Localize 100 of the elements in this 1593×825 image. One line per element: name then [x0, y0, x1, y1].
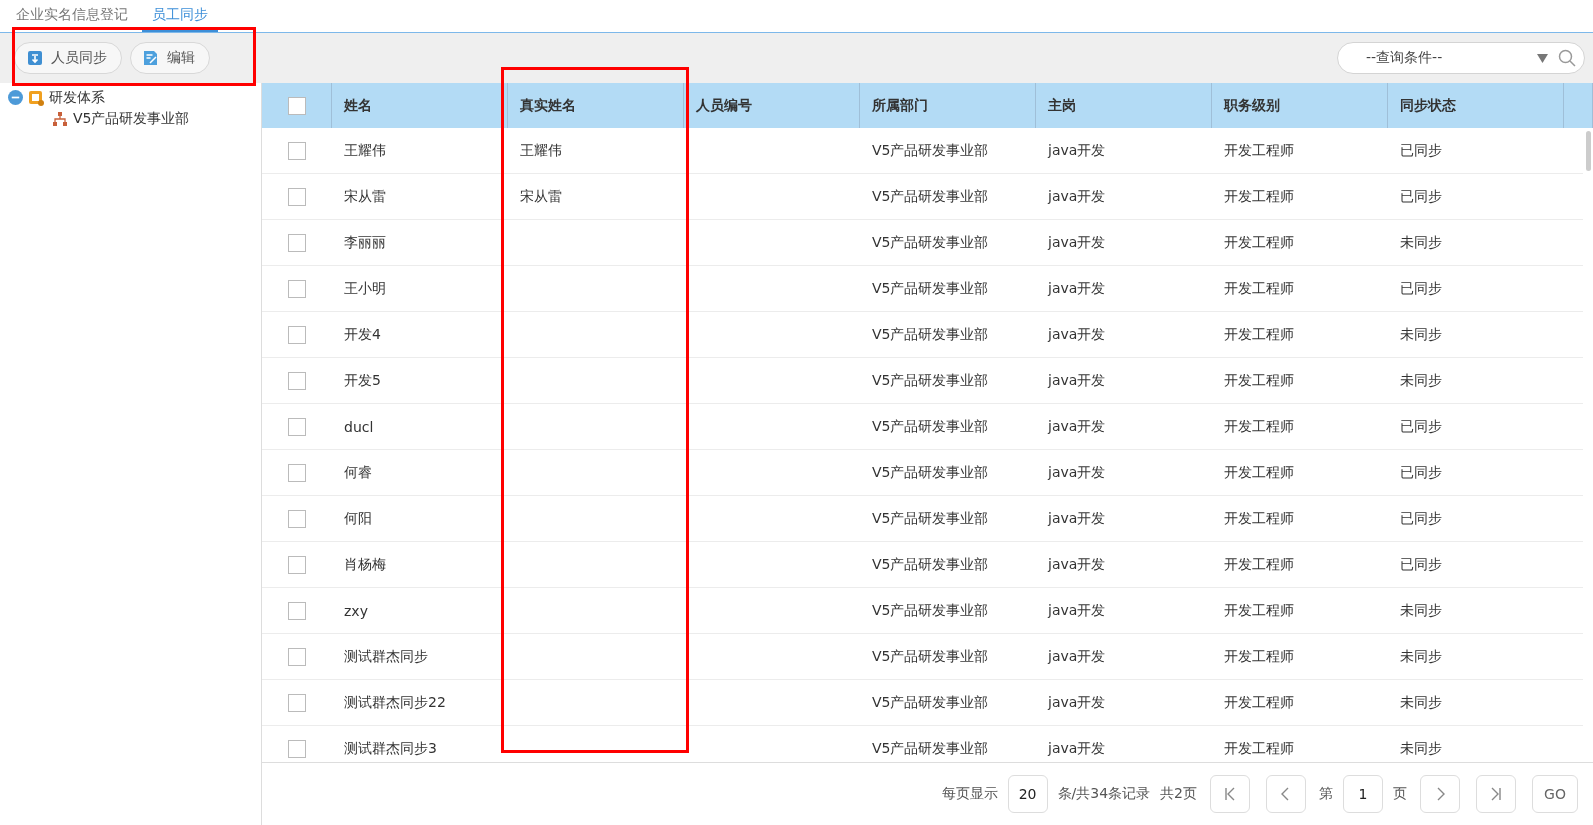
table-cell: 开发工程师: [1224, 371, 1294, 390]
checkbox[interactable]: [288, 693, 306, 712]
table-cell: V5产品研发事业部: [872, 325, 989, 344]
table-cell: 未同步: [1400, 233, 1442, 252]
table-cell: 开发工程师: [1224, 233, 1294, 252]
checkbox[interactable]: [288, 187, 306, 206]
last-page-icon: [1490, 787, 1502, 801]
table-cell: ducl: [344, 418, 374, 435]
table-cell: java开发: [1048, 463, 1106, 482]
page-count: 共2页: [1160, 785, 1197, 803]
edit-button[interactable]: 编辑: [130, 42, 210, 74]
table-cell: V5产品研发事业部: [872, 417, 989, 436]
table-cell: 开发4: [344, 325, 381, 344]
table-cell: 测试群杰同步3: [344, 739, 437, 758]
table-cell: 开发工程师: [1224, 509, 1294, 528]
table-cell: 已同步: [1400, 279, 1442, 298]
records-count: 条/共34条记录: [1057, 785, 1151, 803]
table-cell: 王耀伟: [520, 141, 562, 160]
tree-item[interactable]: V5产品研发事业部: [73, 109, 190, 128]
table-cell: 已同步: [1400, 417, 1442, 436]
column-header: 人员编号: [696, 96, 752, 115]
hierarchy-icon: [52, 110, 68, 127]
edit-icon: [143, 50, 159, 66]
table-cell: 开发工程师: [1224, 739, 1294, 758]
table-cell: java开发: [1048, 187, 1106, 206]
table-cell: java开发: [1048, 739, 1106, 758]
checkbox[interactable]: [288, 279, 306, 298]
checkbox[interactable]: [288, 417, 306, 436]
per-page-field[interactable]: 20: [1007, 775, 1048, 813]
checkbox[interactable]: [288, 233, 306, 252]
tree-item[interactable]: 研发体系: [49, 88, 105, 107]
checkbox[interactable]: [288, 647, 306, 666]
next-page-button[interactable]: [1420, 775, 1460, 813]
table-cell: 未同步: [1400, 371, 1442, 390]
checkbox[interactable]: [288, 141, 306, 160]
sync-button[interactable]: 人员同步: [14, 42, 122, 74]
previous-page-button[interactable]: [1266, 775, 1306, 813]
table-cell: V5产品研发事业部: [872, 233, 989, 252]
table-cell: 已同步: [1400, 463, 1442, 482]
checkbox[interactable]: [287, 96, 306, 115]
column-header: 真实姓名: [520, 96, 576, 115]
table-cell: 肖杨梅: [344, 555, 386, 574]
checkbox[interactable]: [288, 555, 306, 574]
download-icon: [27, 50, 43, 66]
checkbox[interactable]: [288, 739, 306, 758]
last-page-button[interactable]: [1476, 775, 1516, 813]
table-cell: java开发: [1048, 141, 1106, 160]
table-cell: 未同步: [1400, 325, 1442, 344]
table-cell: 开发工程师: [1224, 463, 1294, 482]
table-cell: java开发: [1048, 325, 1106, 344]
table-cell: 未同步: [1400, 647, 1442, 666]
table-cell: 开发工程师: [1224, 187, 1294, 206]
table-cell: 已同步: [1400, 555, 1442, 574]
table-cell: java开发: [1048, 371, 1106, 390]
column-header: 所属部门: [872, 96, 928, 115]
page-prefix: 第: [1319, 785, 1333, 803]
query-dropdown[interactable]: --查询条件--: [1337, 42, 1585, 74]
table-cell: 开发工程师: [1224, 647, 1294, 666]
checkbox[interactable]: [288, 509, 306, 528]
table-cell: java开发: [1048, 647, 1106, 666]
table-cell: java开发: [1048, 417, 1106, 436]
checkbox[interactable]: [288, 371, 306, 390]
go-button[interactable]: GO: [1532, 775, 1578, 813]
caret-icon: [1537, 53, 1548, 63]
table-cell: V5产品研发事业部: [872, 463, 989, 482]
table-cell: V5产品研发事业部: [872, 279, 989, 298]
table-cell: 已同步: [1400, 509, 1442, 528]
first-page-button[interactable]: [1210, 775, 1250, 813]
column-header: 同步状态: [1400, 96, 1456, 115]
table-cell: 测试群杰同步22: [344, 693, 446, 712]
table-cell: 测试群杰同步: [344, 647, 428, 666]
checkbox[interactable]: [288, 601, 306, 620]
table-cell: 未同步: [1400, 739, 1442, 758]
table-cell: V5产品研发事业部: [872, 739, 989, 758]
table-cell: java开发: [1048, 601, 1106, 620]
table-cell: 开发工程师: [1224, 417, 1294, 436]
column-header: 姓名: [344, 96, 372, 115]
table-cell: V5产品研发事业部: [872, 601, 989, 620]
checkbox[interactable]: [288, 325, 306, 344]
table-cell: 王小明: [344, 279, 386, 298]
page-field[interactable]: 1: [1343, 775, 1383, 813]
table-cell: java开发: [1048, 509, 1106, 528]
table-cell: 何阳: [344, 509, 372, 528]
table-cell: 宋从雷: [344, 187, 386, 206]
table-cell: 开发工程师: [1224, 555, 1294, 574]
table-cell: 已同步: [1400, 141, 1442, 160]
table-cell: java开发: [1048, 233, 1106, 252]
checkbox[interactable]: [288, 463, 306, 482]
first-page-icon: [1224, 787, 1236, 801]
tab[interactable]: 企业实名信息登记: [6, 0, 138, 32]
collapse-icon[interactable]: [8, 90, 23, 105]
table-cell: 未同步: [1400, 693, 1442, 712]
table-cell: V5产品研发事业部: [872, 187, 989, 206]
table-cell: java开发: [1048, 693, 1106, 712]
table-cell: 开发工程师: [1224, 693, 1294, 712]
search-icon: [1558, 49, 1576, 67]
table-cell: 宋从雷: [520, 187, 562, 206]
table-cell: 开发工程师: [1224, 141, 1294, 160]
table-cell: V5产品研发事业部: [872, 693, 989, 712]
table-cell: V5产品研发事业部: [872, 371, 989, 390]
